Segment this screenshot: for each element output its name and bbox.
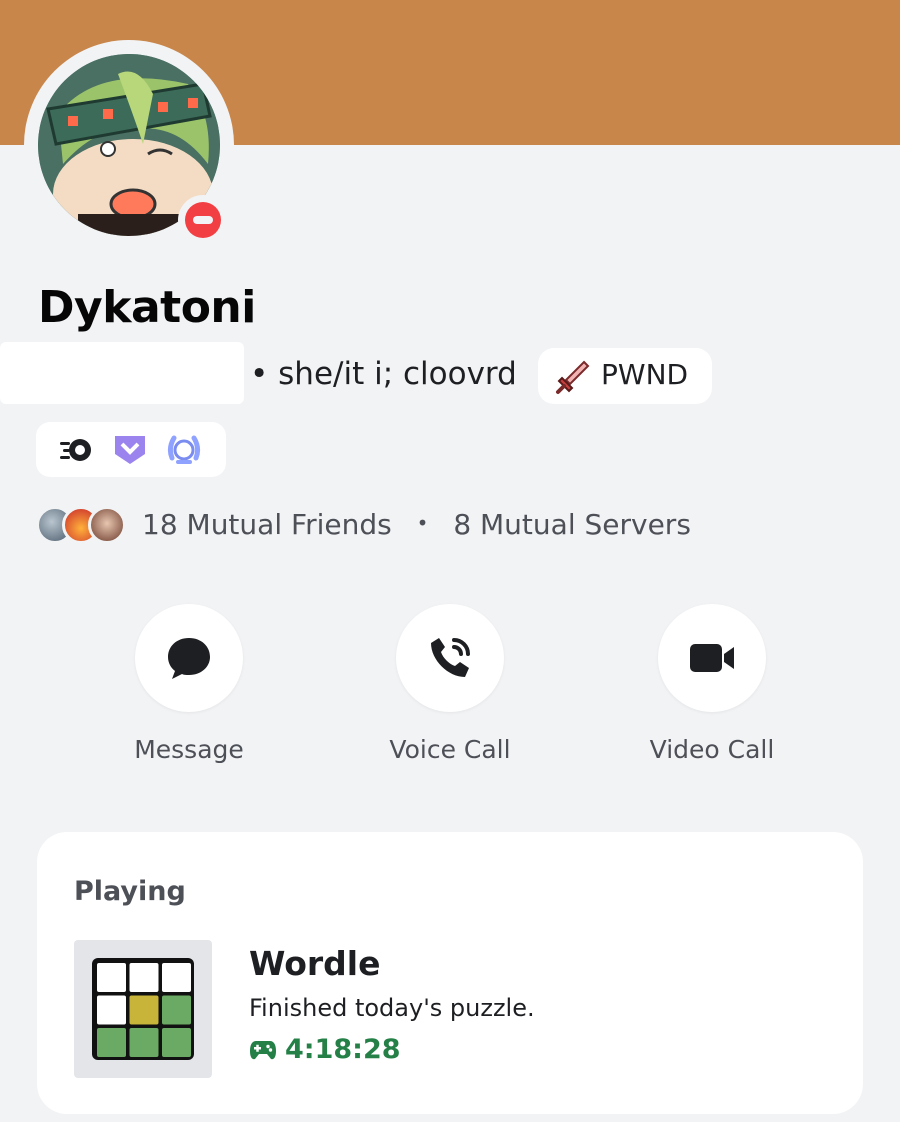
quest-laurel-badge-icon[interactable] [166, 432, 202, 468]
message-button-label: Message [134, 735, 244, 764]
wordle-cell [129, 963, 159, 992]
display-name: Dykatoni [38, 282, 256, 333]
mutual-separator: • [416, 511, 429, 535]
wordle-cell [162, 1028, 191, 1057]
elapsed-time-text: 4:18:28 [285, 1034, 401, 1065]
elapsed-time: 4:18:28 [249, 1034, 401, 1065]
guild-tag[interactable]: PWND [538, 348, 712, 404]
voice-call-button[interactable] [396, 604, 504, 712]
wordle-cell [129, 995, 159, 1025]
activity-card[interactable]: Playing Wordle Finished today's puzzle. … [37, 832, 863, 1114]
mutual-summary: 18 Mutual Friends • 8 Mutual Servers [142, 508, 691, 541]
hypesquad-badge-icon[interactable] [112, 432, 148, 468]
mutual-avatar [88, 506, 126, 544]
username-redacted [0, 342, 244, 404]
video-call-button-label: Video Call [649, 735, 775, 764]
game-title: Wordle [249, 944, 381, 983]
wordle-cell [97, 995, 126, 1025]
voice-call-button-label: Voice Call [389, 735, 511, 764]
wordle-cell [162, 963, 191, 992]
dnd-status-icon [185, 202, 221, 238]
message-button[interactable] [135, 604, 243, 712]
wordle-cell [162, 995, 191, 1025]
mutuals-row[interactable]: 18 Mutual Friends • 8 Mutual Servers [36, 504, 736, 548]
pronouns-text: • she/it i; cloovrd [250, 356, 517, 392]
video-camera-icon [690, 644, 734, 672]
badge-row [36, 422, 226, 477]
game-details: Finished today's puzzle. [249, 994, 535, 1022]
nitro-badge-icon[interactable] [58, 432, 94, 468]
wordle-icon [74, 940, 212, 1078]
sword-icon [556, 360, 590, 394]
wordle-cell [97, 963, 126, 992]
guild-tag-text: PWND [601, 358, 689, 391]
video-call-button[interactable] [658, 604, 766, 712]
game-controller-icon [250, 1040, 276, 1059]
phone-call-icon [431, 638, 470, 677]
wordle-grid-icon [92, 958, 194, 1060]
wordle-cell [97, 1028, 126, 1057]
activity-header: Playing [74, 876, 186, 907]
message-bubble-icon [168, 638, 210, 679]
mutual-servers-link[interactable]: 8 Mutual Servers [453, 508, 691, 541]
wordle-cell [129, 1028, 159, 1057]
mutual-friends-link[interactable]: 18 Mutual Friends [142, 508, 392, 541]
